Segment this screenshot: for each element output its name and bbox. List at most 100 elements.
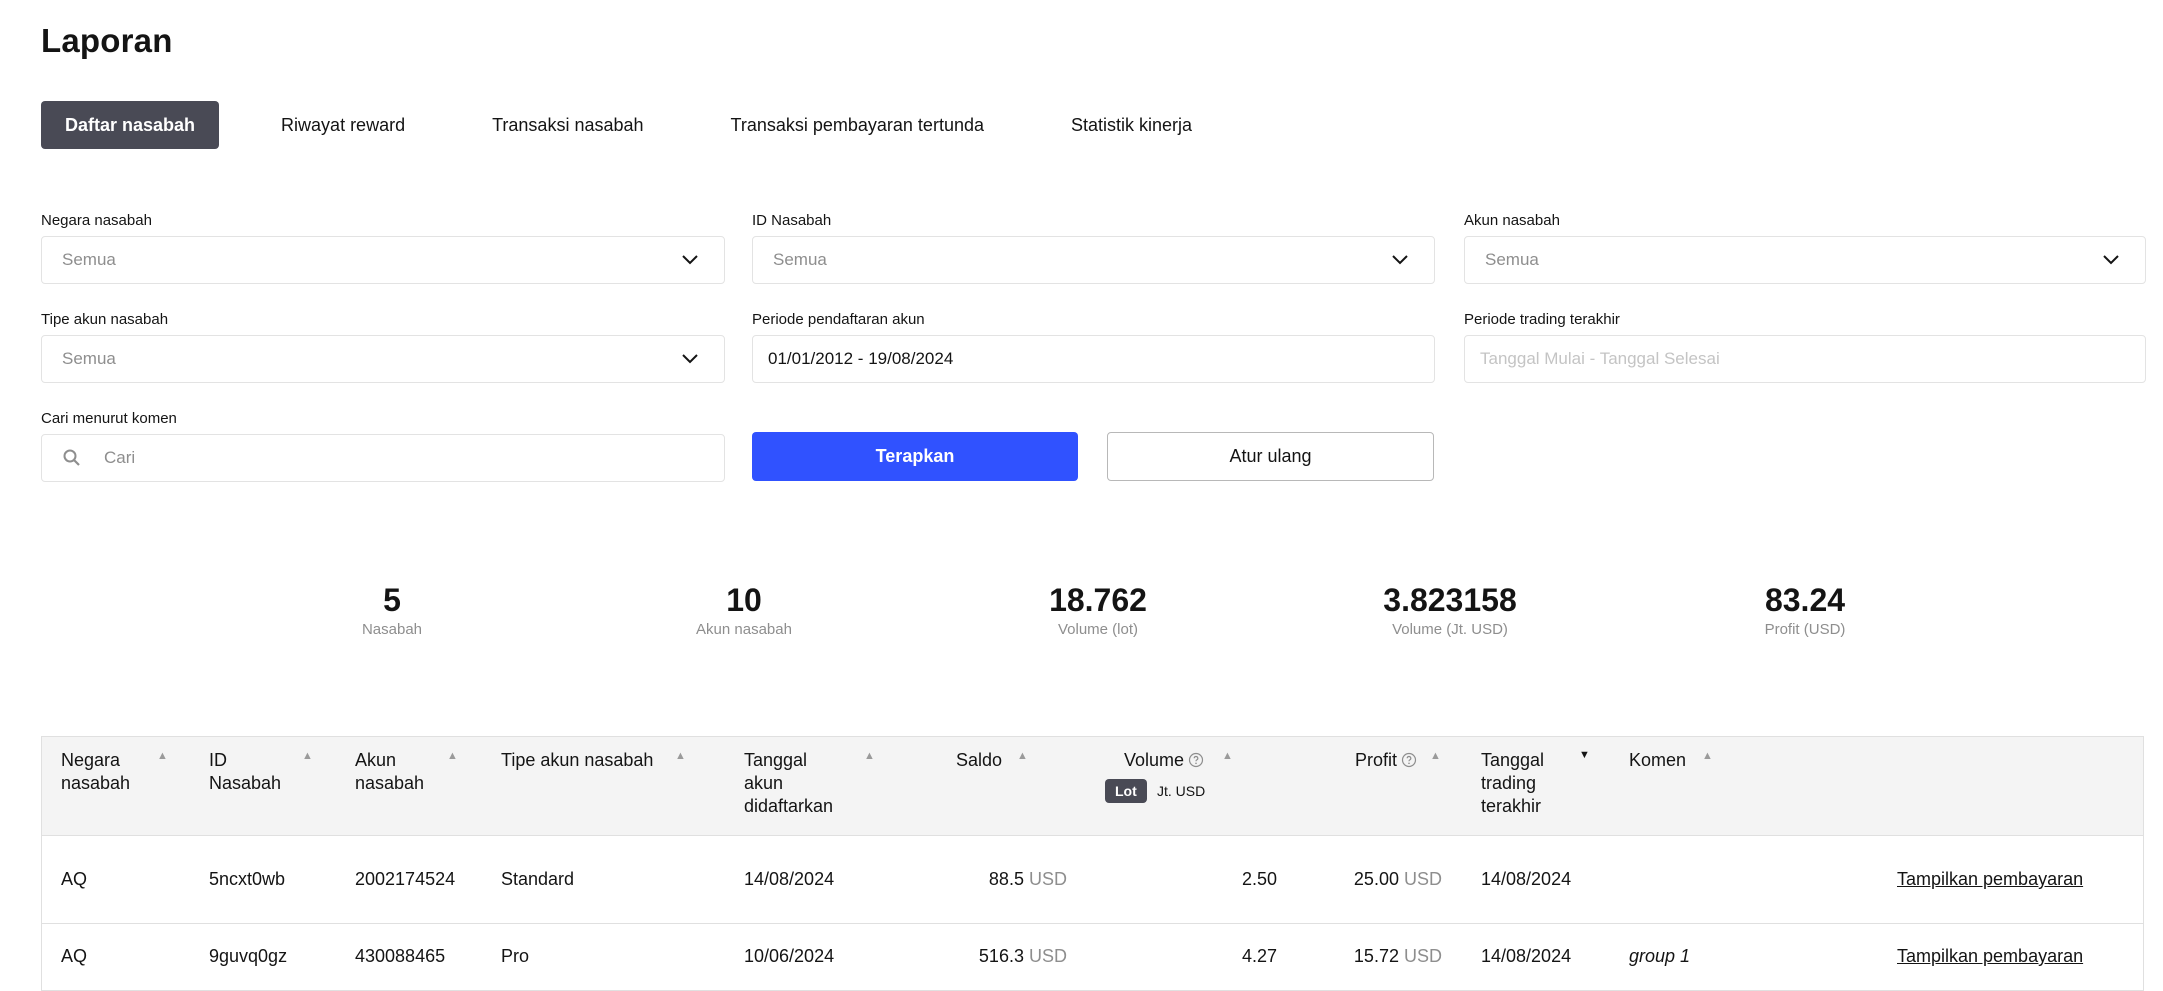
cell-account: 430088465 <box>355 946 446 966</box>
client-id-select[interactable]: Semua <box>752 236 1435 284</box>
sort-asc-icon[interactable]: ▲ <box>1430 750 1441 762</box>
comment-search-input[interactable]: Cari <box>41 434 725 482</box>
help-circle-icon[interactable] <box>1401 752 1417 768</box>
cell-profit: 15.72 USD <box>1292 946 1442 967</box>
cell-account-type: Pro <box>501 946 530 966</box>
volume-toggle-usd[interactable]: Jt. USD <box>1157 779 1205 803</box>
cell-profit: 25.00 USD <box>1292 869 1442 890</box>
show-payments-link[interactable]: Tampilkan pembayaran <box>1897 869 2083 890</box>
stat-value: 18.762 <box>1049 582 1147 618</box>
sort-asc-icon[interactable]: ▲ <box>1017 750 1028 762</box>
sort-asc-icon[interactable]: ▲ <box>157 750 168 762</box>
table-row: AQ 9guvq0gz 430088465 Pro 10/06/2024 516… <box>42 924 2143 991</box>
stat-volume-usd: 3.823158 Volume (Jt. USD) <box>1330 580 1570 640</box>
stat-label: Profit (USD) <box>1764 621 1846 638</box>
last-trading-period-label: Periode trading terakhir <box>1464 311 1620 328</box>
stat-value: 3.823158 <box>1383 582 1517 618</box>
balance-unit: USD <box>1028 946 1067 966</box>
cell-account: 2002174524 <box>355 869 456 889</box>
stat-label: Nasabah <box>361 621 423 638</box>
last-trading-period-input[interactable]: Tanggal Mulai - Tanggal Selesai <box>1464 335 2146 383</box>
col-client-id-header[interactable]: ID Nasabah <box>209 749 281 795</box>
stat-label: Volume (Jt. USD) <box>1392 621 1508 638</box>
sort-asc-icon[interactable]: ▲ <box>864 750 875 762</box>
clients-table: Negara nasabah ▲ ID Nasabah ▲ Akun nasab… <box>41 736 2144 991</box>
client-id-value: Semua <box>773 250 827 269</box>
stat-value: 10 <box>726 582 762 618</box>
account-type-label: Tipe akun nasabah <box>41 311 169 328</box>
col-account-type-header[interactable]: Tipe akun nasabah <box>501 749 691 772</box>
profit-unit: USD <box>1403 869 1442 889</box>
col-comment-header[interactable]: Komen <box>1629 749 1686 772</box>
registration-period-input[interactable]: 01/01/2012 - 19/08/2024 <box>752 335 1435 383</box>
volume-toggle-lot[interactable]: Lot <box>1105 779 1147 803</box>
comment-search-placeholder: Cari <box>104 448 136 467</box>
sort-asc-icon[interactable]: ▲ <box>447 750 458 762</box>
apply-button[interactable]: Terapkan <box>752 432 1078 481</box>
cell-balance: 516.3 USD <box>922 946 1067 967</box>
tab-client-list[interactable]: Daftar nasabah <box>41 101 220 149</box>
col-balance-header[interactable]: Saldo <box>956 749 1002 772</box>
tab-pending-payments[interactable]: Transaksi pembayaran tertunda <box>731 101 984 149</box>
stat-value: 83.24 <box>1764 582 1846 618</box>
cell-registered: 14/08/2024 <box>744 869 835 889</box>
col-profit-header[interactable]: Profit <box>1355 749 1417 772</box>
registration-period-value: 01/01/2012 - 19/08/2024 <box>768 349 954 368</box>
table-row: AQ 5ncxt0wb 2002174524 Standard 14/08/20… <box>42 837 2143 924</box>
page-title: Laporan <box>41 22 173 59</box>
show-payments-link[interactable]: Tampilkan pembayaran <box>1897 946 2083 967</box>
client-account-label: Akun nasabah <box>1464 212 1560 229</box>
cell-client-id: 9guvq0gz <box>209 946 288 966</box>
cell-volume: 2.50 <box>1241 869 1277 889</box>
cell-comment: group 1 <box>1629 946 1691 966</box>
client-country-value: Semua <box>62 250 116 269</box>
cell-last-trade: 14/08/2024 <box>1481 869 1572 889</box>
col-country-header[interactable]: Negara nasabah <box>61 749 151 795</box>
last-trading-period-placeholder: Tanggal Mulai - Tanggal Selesai <box>1480 349 1720 368</box>
sort-desc-icon[interactable]: ▼ <box>1579 749 1590 761</box>
cell-account-type: Standard <box>501 869 575 889</box>
col-volume-label: Volume <box>1124 750 1185 770</box>
chevron-down-icon <box>682 354 698 364</box>
client-country-select[interactable]: Semua <box>41 236 725 284</box>
col-registered-header[interactable]: Tanggal akun didaftarkan <box>744 749 844 818</box>
sort-asc-icon[interactable]: ▲ <box>1222 750 1233 762</box>
search-icon <box>63 449 80 466</box>
sort-asc-icon[interactable]: ▲ <box>1702 750 1713 762</box>
balance-value: 88.5 <box>988 869 1024 889</box>
sort-asc-icon[interactable]: ▲ <box>675 750 686 762</box>
stat-clients: 5 Nasabah <box>272 580 512 640</box>
tab-performance-stats[interactable]: Statistik kinerja <box>1071 101 1192 149</box>
profit-value: 25.00 <box>1353 869 1399 889</box>
help-circle-icon[interactable] <box>1188 752 1204 768</box>
balance-value: 516.3 <box>978 946 1024 966</box>
cell-registered: 10/06/2024 <box>744 946 835 966</box>
stat-label: Akun nasabah <box>696 621 792 638</box>
col-account-header[interactable]: Akun nasabah <box>355 749 445 795</box>
comment-search-label: Cari menurut komen <box>41 410 177 427</box>
client-country-label: Negara nasabah <box>41 212 152 229</box>
account-type-select[interactable]: Semua <box>41 335 725 383</box>
account-type-value: Semua <box>62 349 116 368</box>
stat-label: Volume (lot) <box>1057 621 1139 638</box>
stat-profit: 83.24 Profit (USD) <box>1685 580 1925 640</box>
profit-unit: USD <box>1403 946 1442 966</box>
stat-volume-lot: 18.762 Volume (lot) <box>978 580 1218 640</box>
tab-reward-history[interactable]: Riwayat reward <box>281 101 405 149</box>
cell-client-id: 5ncxt0wb <box>209 869 286 889</box>
chevron-down-icon <box>1392 255 1408 265</box>
registration-period-label: Periode pendaftaran akun <box>752 311 925 328</box>
profit-value: 15.72 <box>1353 946 1399 966</box>
client-account-value: Semua <box>1485 250 1539 269</box>
tab-client-transactions[interactable]: Transaksi nasabah <box>492 101 643 149</box>
table-header: Negara nasabah ▲ ID Nasabah ▲ Akun nasab… <box>42 737 2143 836</box>
client-account-select[interactable]: Semua <box>1464 236 2146 284</box>
sort-asc-icon[interactable]: ▲ <box>302 750 313 762</box>
chevron-down-icon <box>682 255 698 265</box>
cell-country: AQ <box>61 869 88 889</box>
col-profit-label: Profit <box>1355 750 1398 770</box>
col-volume-header[interactable]: Volume <box>1124 749 1204 772</box>
client-id-label: ID Nasabah <box>752 212 832 229</box>
col-last-trade-header[interactable]: Tanggal trading terakhir <box>1481 749 1571 818</box>
reset-button[interactable]: Atur ulang <box>1107 432 1434 481</box>
